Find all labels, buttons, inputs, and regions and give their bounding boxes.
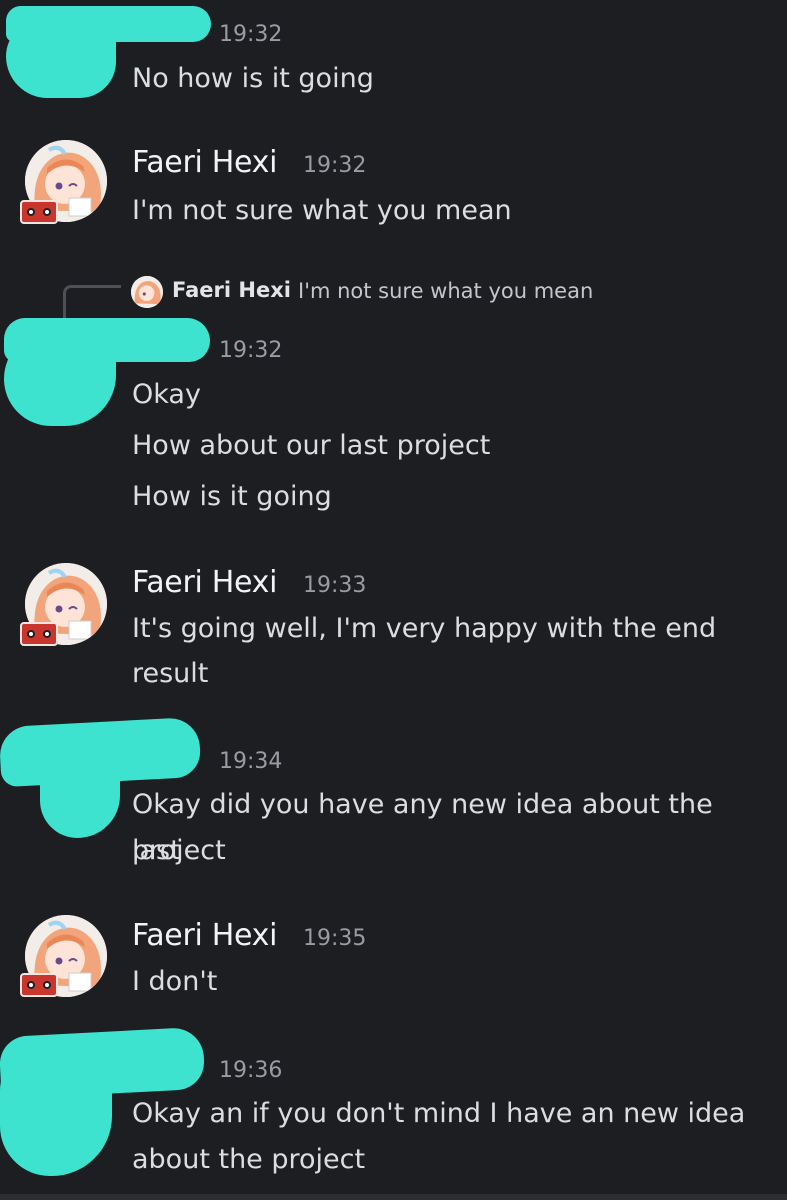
username[interactable]: Faeri Hexi [132,918,277,953]
message-timestamp: 19:33 [303,573,367,598]
cassette-badge-icon [20,973,58,997]
username[interactable]: Faeri Hexi [132,145,277,180]
redaction-mark [6,20,116,98]
redaction-mark [4,330,116,426]
message-timestamp: 19:35 [303,926,367,951]
message-timestamp: 19:34 [219,749,283,774]
anime-avatar-icon [131,276,163,308]
username[interactable]: Faeri Hexi [132,565,277,600]
message-text: I'm not sure what you mean [132,195,512,226]
redaction-mark [0,1050,112,1176]
message-text: It's going well, I'm very happy with the… [132,613,717,644]
message-timestamp: 19:32 [303,153,367,178]
message-text: I don't [132,966,218,997]
message-timestamp: 19:36 [219,1058,283,1083]
cassette-badge-icon [20,200,58,224]
redaction-mark [40,740,120,838]
message-text: Okay [132,379,201,410]
message-text: result [132,658,209,689]
reply-username[interactable]: Faeri Hexi [172,278,291,302]
message-text: Okay an if you don't mind I have an new … [132,1098,746,1129]
bottom-divider [0,1194,787,1200]
message-text: project [132,835,226,866]
message-text: How about our last project [132,430,491,461]
message-text: about the project [132,1144,366,1175]
cassette-badge-icon [20,622,58,646]
message-text: How is it going [132,481,332,512]
message-text: No how is it going [132,63,374,94]
message-timestamp: 19:32 [219,338,283,363]
message-timestamp: 19:32 [219,22,283,47]
reply-preview-text[interactable]: I'm not sure what you mean [298,279,593,303]
reply-avatar[interactable] [131,276,163,308]
